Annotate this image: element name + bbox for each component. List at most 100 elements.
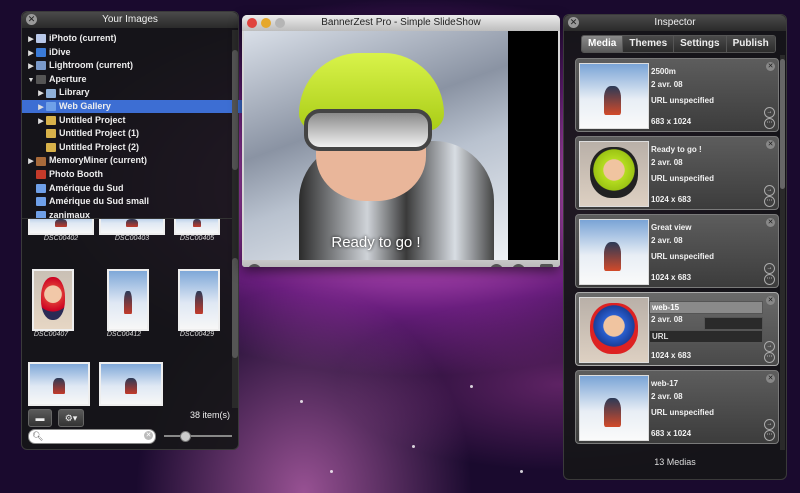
disclosure-closed-icon[interactable]: ▶ xyxy=(36,115,46,128)
remove-media-icon[interactable]: ✕ xyxy=(766,374,775,383)
tree-scrollbar[interactable] xyxy=(232,30,238,226)
info-icon[interactable]: i xyxy=(490,264,503,267)
tree-item[interactable]: Untitled Project (1) xyxy=(22,127,139,140)
tree-item[interactable]: ▶ iPhoto (current) xyxy=(22,32,117,45)
tree-item[interactable]: ▼ Aperture xyxy=(22,73,87,86)
thumbnail[interactable]: DSC00429 xyxy=(174,269,220,338)
link-options-icon[interactable]: ⋯ xyxy=(764,274,775,285)
close-window-icon[interactable] xyxy=(247,18,257,28)
media-thumbnail[interactable] xyxy=(579,219,649,285)
fullscreen-icon[interactable]: ▭ xyxy=(540,264,553,267)
search-field[interactable]: 🔍︎ ✕ xyxy=(28,429,156,444)
media-card[interactable]: Ready to go ! 2 avr. 08 URL unspecified 102… xyxy=(575,136,779,210)
close-icon[interactable]: ✕ xyxy=(568,17,579,28)
tree-item[interactable]: ▶ Untitled Project xyxy=(22,114,126,127)
link-options-icon[interactable]: ⋯ xyxy=(764,430,775,441)
close-icon[interactable]: ✕ xyxy=(26,14,37,25)
media-scrollbar[interactable] xyxy=(780,55,785,450)
link-options-icon[interactable]: ⋯ xyxy=(764,196,775,207)
disclosure-closed-icon[interactable]: ▶ xyxy=(26,47,36,60)
disclosure-closed-icon[interactable]: ▶ xyxy=(26,155,36,168)
tab-themes[interactable]: Themes xyxy=(623,36,675,52)
your-images-panel: ✕ Your Images ▶ iPhoto (current) ▶ iDive ▶ Li… xyxy=(21,11,246,450)
disclosure-closed-icon[interactable]: ▶ xyxy=(36,87,46,100)
scroll-knob[interactable] xyxy=(232,50,238,170)
thumbnail[interactable] xyxy=(28,362,90,406)
panel-title-bar[interactable]: ✕ Inspector xyxy=(564,15,786,31)
refresh-icon[interactable]: ⟳ xyxy=(248,264,261,267)
photo-subject xyxy=(125,219,139,228)
thumbnail-image[interactable] xyxy=(107,269,149,331)
tree-item[interactable]: ▶ Web Gallery xyxy=(22,100,246,113)
thumbnail[interactable] xyxy=(99,362,163,406)
grid-scrollbar[interactable] xyxy=(232,218,238,408)
go-to-link-icon[interactable]: → xyxy=(764,341,775,352)
disclosure-closed-icon[interactable]: ▶ xyxy=(26,33,36,46)
disclosure-closed-icon[interactable]: ▶ xyxy=(36,101,46,114)
action-menu-button[interactable]: ⚙▾ xyxy=(58,409,84,427)
media-card[interactable]: web-15 2 avr. 08 URL 1024 x 683 ✕ → ⋯ xyxy=(575,292,779,366)
inspector-tabs: Media Themes Settings Publish xyxy=(581,35,776,53)
thumbnail-image[interactable] xyxy=(28,362,90,406)
slideshow-preview[interactable]: Ready to go ! xyxy=(244,31,558,260)
tab-media[interactable]: Media xyxy=(582,36,624,52)
memoryminer-icon xyxy=(36,156,46,166)
tree-item[interactable]: Untitled Project (2) xyxy=(22,141,139,154)
go-to-link-icon[interactable]: → xyxy=(764,263,775,274)
thumbnail-image[interactable] xyxy=(99,362,163,406)
disclosure-open-icon[interactable]: ▼ xyxy=(26,74,36,87)
tree-item[interactable]: Photo Booth xyxy=(22,168,103,181)
disclosure-closed-icon[interactable]: ▶ xyxy=(26,60,36,73)
panel-title-bar[interactable]: ✕ Your Images xyxy=(22,12,238,28)
thumbnail[interactable]: DSC00402 xyxy=(28,219,94,242)
media-thumbnail[interactable] xyxy=(579,63,649,129)
media-card[interactable]: 2500m 2 avr. 08 URL unspecified 683 x 1024 ✕… xyxy=(575,58,779,132)
tree-item[interactable]: ▶ Lightroom (current) xyxy=(22,59,133,72)
thumbnail[interactable]: DSC00403 xyxy=(99,219,165,242)
thumbnail-image[interactable] xyxy=(32,269,74,331)
media-thumbnail[interactable] xyxy=(579,375,649,441)
scroll-knob[interactable] xyxy=(232,258,238,358)
project-icon xyxy=(46,115,56,125)
media-title-field[interactable]: web-15 xyxy=(649,301,763,314)
clear-search-icon[interactable]: ✕ xyxy=(144,431,153,440)
thumbnail-size-slider[interactable] xyxy=(164,431,232,442)
remove-media-icon[interactable]: ✕ xyxy=(766,62,775,71)
thumbnail-image[interactable] xyxy=(174,219,220,235)
media-url-field[interactable]: URL xyxy=(649,330,763,343)
tree-item[interactable]: ▶ iDive xyxy=(22,46,71,59)
media-card[interactable]: web-17 2 avr. 08 URL unspecified 683 x 1024… xyxy=(575,370,779,444)
media-thumbnail[interactable] xyxy=(579,141,649,207)
thumbnail[interactable]: DSC00405 xyxy=(174,219,220,242)
tab-settings[interactable]: Settings xyxy=(674,36,727,52)
media-thumbnail[interactable] xyxy=(579,297,649,363)
go-to-link-icon[interactable]: → xyxy=(764,107,775,118)
remove-media-icon[interactable]: ✕ xyxy=(766,296,775,305)
tree-item[interactable]: Amérique du Sud small xyxy=(22,195,149,208)
thumbnail-image[interactable] xyxy=(178,269,220,331)
remove-media-icon[interactable]: ✕ xyxy=(766,140,775,149)
thumbnail[interactable]: DSC00407 xyxy=(28,269,74,338)
tree-item[interactable]: Amérique du Sud xyxy=(22,182,124,195)
window-title-bar[interactable]: BannerZest Pro - Simple SlideShow xyxy=(242,15,560,31)
media-extra-field[interactable] xyxy=(704,317,763,330)
add-folder-button[interactable]: ▬ xyxy=(28,409,52,427)
thumbnail-image[interactable] xyxy=(99,219,165,235)
go-to-link-icon[interactable]: → xyxy=(764,185,775,196)
tree-item[interactable]: ▶ MemoryMiner (current) xyxy=(22,154,147,167)
media-card[interactable]: Great view 2 avr. 08 URL unspecified 1024 x… xyxy=(575,214,779,288)
go-to-link-icon[interactable]: → xyxy=(764,419,775,430)
minimize-window-icon[interactable] xyxy=(261,18,271,28)
remove-media-icon[interactable]: ✕ xyxy=(766,218,775,227)
link-options-icon[interactable]: ⋯ xyxy=(764,352,775,363)
thumbnail[interactable]: DSC00412 xyxy=(99,269,149,338)
zoom-window-icon[interactable] xyxy=(275,18,285,28)
star xyxy=(300,400,303,403)
slider-knob[interactable] xyxy=(180,431,192,442)
link-options-icon[interactable]: ⋯ xyxy=(764,118,775,129)
thumbnail-image[interactable] xyxy=(28,219,94,235)
scroll-knob[interactable] xyxy=(780,59,785,189)
tree-item[interactable]: ▶ Library xyxy=(22,86,90,99)
tab-publish[interactable]: Publish xyxy=(726,36,775,52)
settings-icon[interactable]: ⚙ xyxy=(512,264,525,267)
